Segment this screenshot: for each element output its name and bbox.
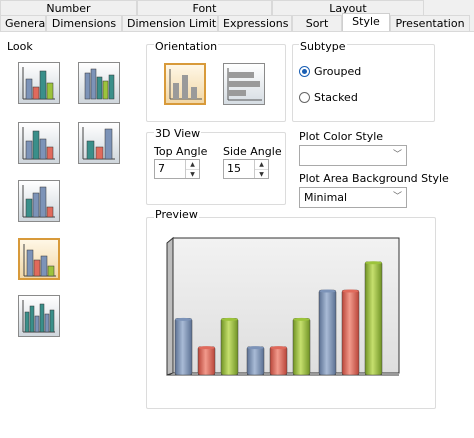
bar-cap-green-2 xyxy=(293,317,310,321)
bar-chart-style-2-icon xyxy=(84,68,115,100)
bar-cap-green-1 xyxy=(221,317,238,321)
bar-chart-style-4-icon xyxy=(82,127,115,160)
tab-style[interactable]: Style xyxy=(342,13,390,31)
plot-color-style-dropdown[interactable]: ﹀ xyxy=(299,145,407,166)
tab-general[interactable]: General xyxy=(0,15,46,31)
look-option-6[interactable] xyxy=(18,238,60,280)
side-angle-label: Side Angle xyxy=(223,145,282,158)
bar-cap-red-3 xyxy=(342,289,359,293)
tab-presentation[interactable]: Presentation xyxy=(390,15,470,31)
subtype-grouped-label: Grouped xyxy=(314,65,362,78)
preview-chart-svg xyxy=(166,236,400,376)
radio-selected-icon xyxy=(299,66,310,77)
look-option-1[interactable] xyxy=(18,62,60,104)
plot-area-background-value: Minimal xyxy=(304,191,348,204)
bar-cap-red-2 xyxy=(270,346,287,350)
preview-label: Preview xyxy=(154,208,199,221)
bar-chart-style-6-icon xyxy=(23,244,56,277)
look-option-4[interactable] xyxy=(78,122,120,164)
bar-green-1 xyxy=(220,318,239,376)
bar-cap-blue-2 xyxy=(247,346,264,350)
bar-red-1 xyxy=(197,346,216,376)
radio-unselected-icon xyxy=(299,92,310,103)
bar-blue-1 xyxy=(174,318,193,376)
top-angle-value: 7 xyxy=(158,162,165,175)
plot-color-style-label: Plot Color Style xyxy=(299,130,384,143)
side-angle-stepper[interactable]: 15 ▲ ▼ xyxy=(223,159,269,179)
bar-red-3 xyxy=(341,289,360,376)
bar-cap-blue-1 xyxy=(175,317,192,321)
top-angle-stepper[interactable]: 7 ▲ ▼ xyxy=(154,159,200,179)
subtype-stacked-label: Stacked xyxy=(314,91,358,104)
bar-green-2 xyxy=(292,318,311,376)
subtype-stacked-radio[interactable]: Stacked xyxy=(299,91,358,104)
top-angle-down-icon[interactable]: ▼ xyxy=(186,170,199,179)
look-option-2[interactable] xyxy=(78,62,120,104)
orientation-label: Orientation xyxy=(154,40,219,53)
preview-chart xyxy=(155,225,427,395)
tab-expressions[interactable]: Expressions xyxy=(218,15,292,31)
bar-red-2 xyxy=(269,346,288,376)
bar-green-3 xyxy=(364,261,383,376)
plot-area-background-dropdown[interactable]: Minimal ﹀ xyxy=(299,187,407,208)
tab-font[interactable]: Font xyxy=(137,0,272,16)
bar-blue-2 xyxy=(246,346,265,376)
orientation-vertical-button[interactable] xyxy=(164,63,206,105)
bar-chart-style-3-icon xyxy=(22,127,55,160)
horizontal-bars-icon xyxy=(227,68,262,101)
subtype-grouped-radio[interactable]: Grouped xyxy=(299,65,361,78)
side-angle-down-icon[interactable]: ▼ xyxy=(255,170,268,179)
chevron-down-icon: ﹀ xyxy=(392,192,402,202)
plot-area-background-label: Plot Area Background Style xyxy=(299,172,449,185)
3d-view-label: 3D View xyxy=(154,127,202,140)
bar-cap-red-1 xyxy=(198,346,215,350)
chart-properties-dialog: Number Font Layout General Dimensions Di… xyxy=(0,0,474,438)
top-angle-label: Top Angle xyxy=(154,145,208,158)
plot-area-side-wall xyxy=(166,236,174,376)
look-option-7[interactable] xyxy=(18,295,60,337)
look-option-5[interactable] xyxy=(18,180,60,222)
bar-chart-style-5-icon xyxy=(22,185,55,218)
tab-number[interactable]: Number xyxy=(0,0,137,16)
bar-chart-style-7-icon xyxy=(22,300,55,333)
chevron-down-icon: ﹀ xyxy=(392,150,402,160)
tab-dimension-limits[interactable]: Dimension Limits xyxy=(122,15,218,31)
tab-sort[interactable]: Sort xyxy=(292,15,342,31)
orientation-horizontal-button[interactable] xyxy=(223,63,265,105)
bar-blue-3 xyxy=(318,289,337,376)
vertical-bars-icon xyxy=(169,69,202,100)
top-angle-up-icon[interactable]: ▲ xyxy=(186,160,199,170)
bar-cap-blue-3 xyxy=(319,289,336,293)
tab-dimensions[interactable]: Dimensions xyxy=(46,15,122,31)
look-label: Look xyxy=(7,40,33,53)
bar-cap-green-3 xyxy=(365,261,382,265)
side-angle-value: 15 xyxy=(227,162,241,175)
side-angle-up-icon[interactable]: ▲ xyxy=(255,160,268,170)
bar-chart-style-1-icon xyxy=(22,67,55,100)
style-tab-content: Look Orientation Subtype Grouped Stacked… xyxy=(0,31,474,438)
subtype-label: Subtype xyxy=(299,40,347,53)
tab-row-bottom: General Dimensions Dimension Limits Expr… xyxy=(0,13,470,31)
look-option-3[interactable] xyxy=(18,122,60,164)
subtype-group xyxy=(292,44,435,122)
